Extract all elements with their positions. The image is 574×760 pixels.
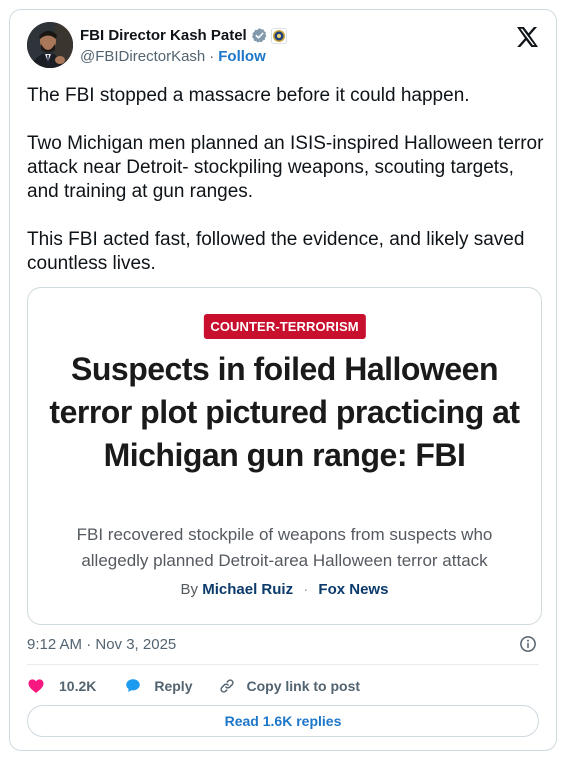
tweet-card: FBI Director Kash Patel @FBIDirectorKash… bbox=[9, 9, 557, 751]
tweet-paragraph: This FBI acted fast, followed the eviden… bbox=[27, 229, 525, 274]
reply-bubble-icon bbox=[126, 679, 141, 692]
author-name-row: FBI Director Kash Patel bbox=[80, 27, 287, 44]
author-handle[interactable]: @FBIDirectorKash bbox=[80, 48, 205, 65]
article-category-tag: COUNTER-TERRORISM bbox=[203, 314, 366, 339]
article-card[interactable]: COUNTER-TERRORISM Suspects in foiled Hal… bbox=[27, 287, 542, 625]
copy-link-button[interactable]: Copy link to post bbox=[218, 677, 360, 695]
heart-icon bbox=[28, 679, 44, 693]
read-replies-button[interactable]: Read 1.6K replies bbox=[27, 705, 539, 737]
handle-separator: · bbox=[209, 48, 215, 65]
byline-prefix: By bbox=[180, 581, 199, 598]
action-bar: 10.2K Reply Copy link to post bbox=[27, 677, 360, 695]
follow-button[interactable]: Follow bbox=[218, 48, 266, 65]
article-subhead: FBI recovered stockpile of weapons from … bbox=[76, 525, 493, 570]
tweet-paragraph: Two Michigan men planned an ISIS-inspire… bbox=[27, 133, 544, 202]
reply-label: Reply bbox=[154, 678, 193, 694]
divider bbox=[27, 664, 539, 665]
handle-row: @FBIDirectorKash · Follow bbox=[80, 48, 266, 65]
article-headline: Suspects in foiled Halloween terror plot… bbox=[49, 351, 520, 473]
avatar[interactable] bbox=[27, 22, 73, 68]
copy-link-label: Copy link to post bbox=[246, 678, 361, 694]
tweet-text: The FBI stopped a massacre before it cou… bbox=[27, 84, 547, 276]
author-name[interactable]: FBI Director Kash Patel bbox=[80, 27, 247, 44]
article-byline: By Michael Ruiz · Fox News bbox=[28, 581, 541, 598]
link-icon bbox=[220, 679, 235, 693]
x-logo-icon[interactable] bbox=[515, 25, 539, 49]
like-button[interactable]: 10.2K bbox=[27, 677, 96, 695]
like-count: 10.2K bbox=[59, 678, 97, 694]
article-outlet: Fox News bbox=[318, 581, 389, 598]
post-timestamp[interactable]: 9:12 AM · Nov 3, 2025 bbox=[27, 636, 176, 653]
verified-badge-icon bbox=[251, 28, 267, 43]
article-author: Michael Ruiz bbox=[202, 581, 294, 598]
info-icon[interactable] bbox=[519, 635, 537, 653]
fbi-seal-icon bbox=[270, 27, 287, 44]
avatar-photo bbox=[27, 22, 73, 68]
byline-separator: · bbox=[303, 581, 309, 598]
tweet-paragraph: The FBI stopped a massacre before it cou… bbox=[27, 85, 470, 106]
reply-button[interactable]: Reply bbox=[124, 677, 192, 695]
